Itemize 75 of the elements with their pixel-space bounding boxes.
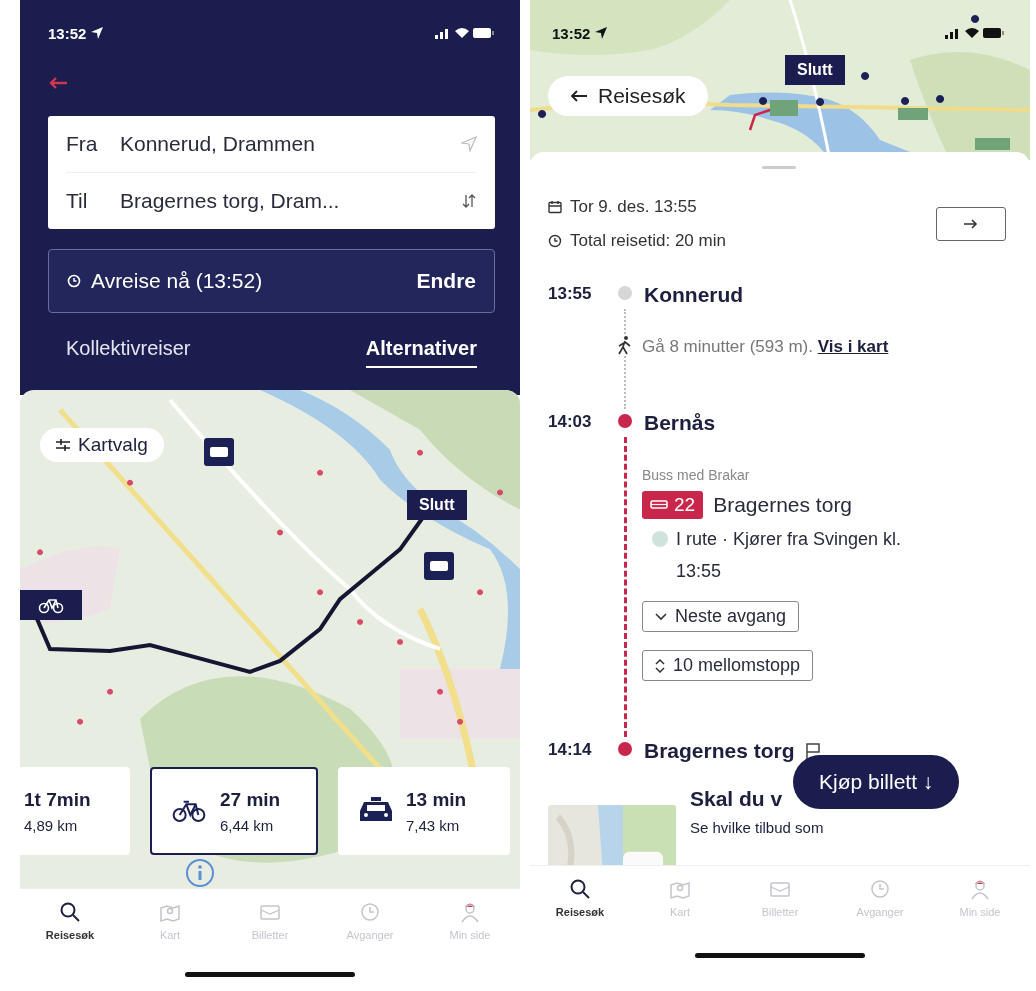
departure-time-button[interactable]: Avreise nå (13:52) Endre <box>48 249 495 313</box>
tab-bar-item[interactable]: Reisesøk <box>25 901 115 966</box>
swap-icon[interactable] <box>461 193 477 209</box>
travel-option-card[interactable]: 1t 7min 4,89 km <box>20 767 130 855</box>
info-icon[interactable] <box>185 858 215 888</box>
flag-icon <box>804 742 821 760</box>
from-field[interactable]: Fra Konnerud, Drammen <box>66 116 477 172</box>
travel-option-card[interactable]: 27 min 6,44 km <box>150 767 318 855</box>
next-departure-button[interactable]: Neste avgang <box>642 601 800 632</box>
location-arrow-icon <box>594 26 609 40</box>
option-duration: 1t 7min <box>24 788 91 811</box>
option-duration: 27 min <box>220 788 281 811</box>
intermediate-stops-button[interactable]: 10 mellomstopp <box>642 650 814 681</box>
promo-text: Se hvilke tilbud som <box>690 819 824 836</box>
option-distance: 6,44 km <box>220 816 275 834</box>
map-options-button[interactable]: Kartvalg <box>40 428 164 462</box>
walk-instruction: Gå 8 minutter (593 m). Vis i kart <box>642 337 889 356</box>
sliders-icon <box>56 439 70 451</box>
stop-dot <box>618 742 632 756</box>
back-button[interactable]: Reisesøk <box>548 76 708 116</box>
share-button[interactable] <box>936 207 1006 241</box>
stop-dot <box>618 414 632 428</box>
end-marker: Slutt <box>785 55 845 85</box>
person-icon <box>459 901 481 923</box>
tab[interactable]: Alternativer <box>365 337 477 368</box>
trip-date: Tor 9. des. 13:55 <box>570 197 697 217</box>
travel-option-card[interactable]: 13 min 7,43 km <box>338 767 510 855</box>
to-field[interactable]: Til Bragernes torg, Dram... <box>66 172 477 229</box>
stop-name: Bragernes torg <box>644 739 795 763</box>
tram-icon[interactable] <box>204 438 234 466</box>
clock-icon <box>869 878 891 900</box>
promo-title: Skal du v <box>690 787 784 811</box>
chevron-down-icon <box>655 612 667 621</box>
arrow-right-icon <box>964 218 978 229</box>
operator-label: Buss med Brakar <box>642 467 750 483</box>
stop-time: 14:14 <box>548 739 593 761</box>
tab-bar-item[interactable]: Reisesøk <box>535 878 625 943</box>
map-options-label: Kartvalg <box>78 434 148 456</box>
search-icon <box>59 901 81 923</box>
clock-icon <box>67 274 81 288</box>
option-distance: 4,89 km <box>24 816 79 834</box>
location-arrow-icon <box>90 26 105 40</box>
bicycle-icon <box>170 799 208 823</box>
back-arrow-icon <box>570 90 588 102</box>
total-travel-time: Total reisetid: 20 min <box>570 231 726 251</box>
person-icon <box>969 878 991 900</box>
stop-time: 13:55 <box>548 283 593 305</box>
status-time: 13:52 <box>48 24 87 42</box>
option-duration: 13 min <box>406 788 467 811</box>
tram-icon[interactable] <box>424 552 454 580</box>
stop-name: Bernås <box>644 411 716 435</box>
status-icons <box>435 26 495 40</box>
end-marker: Slutt <box>407 490 467 520</box>
sheet-handle[interactable] <box>762 166 796 169</box>
stop-dot <box>618 286 632 300</box>
line-badge: 22 <box>642 491 704 519</box>
bus-icon <box>650 499 668 511</box>
realtime-dot <box>652 531 668 547</box>
buy-ticket-button[interactable]: Kjøp billett ↓ <box>793 755 960 809</box>
show-in-map-link[interactable]: Vis i kart <box>817 337 889 356</box>
tab[interactable]: Kollektivreiser <box>66 337 191 368</box>
clock-icon <box>359 901 381 923</box>
line-destination: Bragernes torg <box>713 493 853 517</box>
stop-name: Konnerud <box>644 283 744 307</box>
option-distance: 7,43 km <box>406 816 461 834</box>
calendar-icon <box>548 200 562 214</box>
status-time: 13:52 <box>552 24 591 42</box>
stop-time: 14:03 <box>548 411 593 433</box>
bicycle-icon <box>38 596 64 614</box>
expand-icon <box>655 658 665 673</box>
back-arrow-icon[interactable] <box>48 76 68 90</box>
clock-icon <box>548 234 562 248</box>
status-icons <box>945 26 1005 40</box>
search-icon <box>569 878 591 900</box>
realtime-status: I rute · Kjører fra Svingen kl. 13:55 <box>676 528 903 583</box>
